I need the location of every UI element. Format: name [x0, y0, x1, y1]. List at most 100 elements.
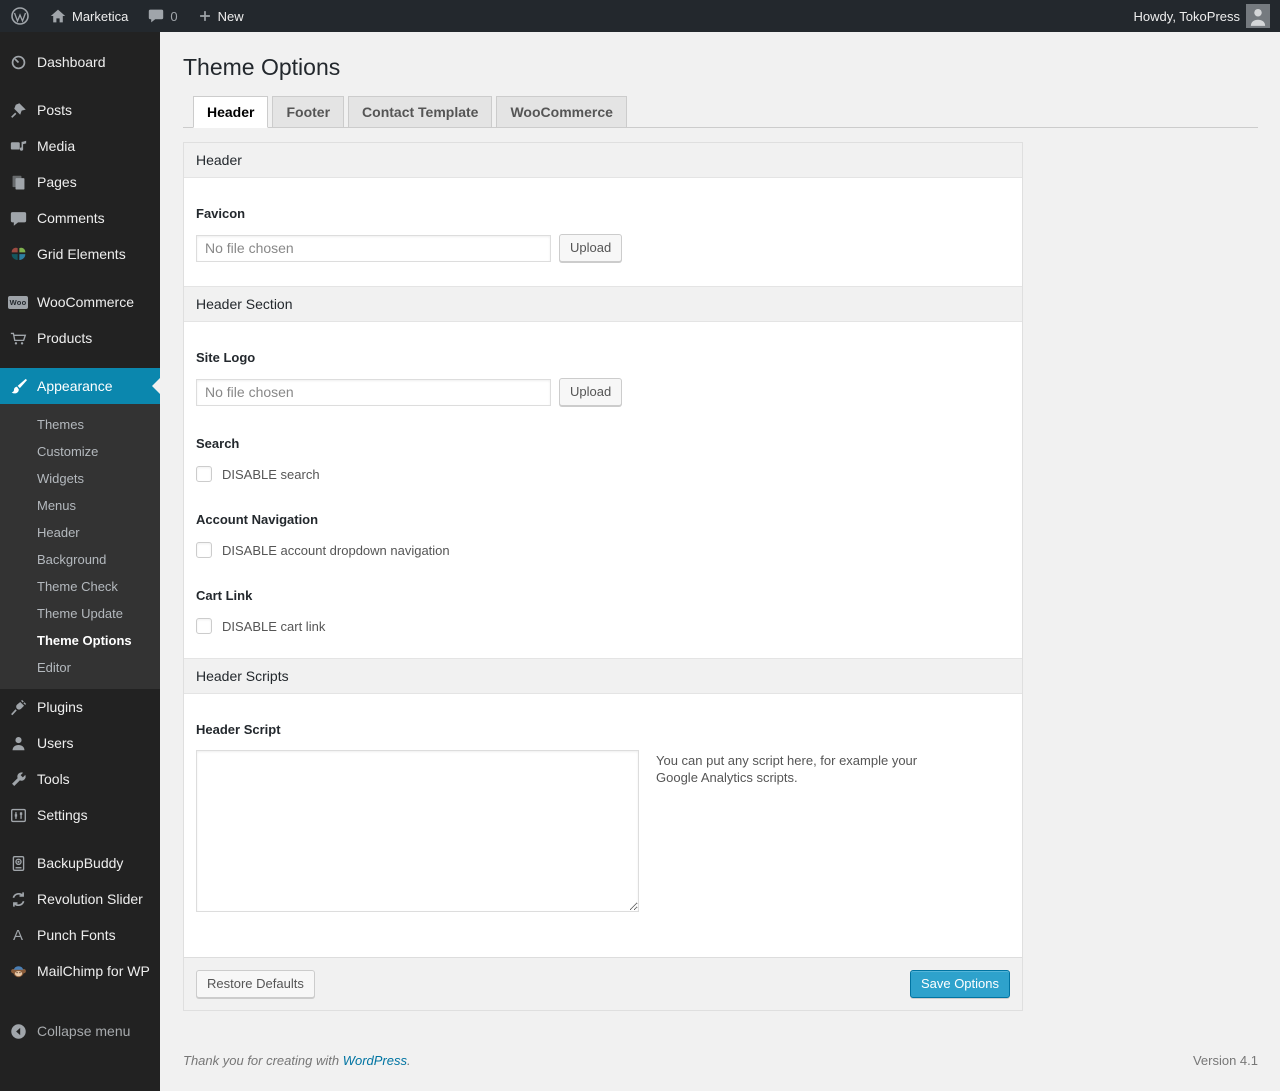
tab-bar: Header Footer Contact Template WooCommer… [183, 96, 1258, 128]
submenu-item-theme-update[interactable]: Theme Update [0, 600, 160, 627]
cart-link-label: Cart Link [196, 588, 253, 603]
section-body-header-scripts: Header Script You can put any script her… [184, 694, 1022, 957]
header-script-row: You can put any script here, for example… [196, 750, 1010, 912]
submenu-item-customize[interactable]: Customize [0, 438, 160, 465]
grid-elements-icon [8, 244, 28, 264]
page-footer: Thank you for creating with WordPress. V… [183, 1053, 1258, 1068]
admin-bar: Marketica 0 New Howdy, TokoPress [0, 0, 1280, 32]
submenu-item-background[interactable]: Background [0, 546, 160, 573]
restore-defaults-button[interactable]: Restore Defaults [196, 970, 315, 998]
disable-account-nav-checkbox-label[interactable]: DISABLE account dropdown navigation [222, 543, 450, 558]
submenu-item-menus[interactable]: Menus [0, 492, 160, 519]
panel-footer: Restore Defaults Save Options [184, 957, 1022, 1010]
submenu-item-themes[interactable]: Themes [0, 411, 160, 438]
submenu-item-theme-check[interactable]: Theme Check [0, 573, 160, 600]
site-logo-label: Site Logo [196, 350, 256, 365]
admin-sidebar: Dashboard Posts Media Pages Comments Gri… [0, 32, 160, 1091]
site-logo-upload-button[interactable]: Upload [559, 378, 623, 406]
disable-cart-link-checkbox[interactable] [196, 618, 212, 634]
sidebar-item-tools[interactable]: Tools [0, 761, 160, 797]
sidebar-item-label: Settings [37, 807, 88, 823]
submenu-item-editor[interactable]: Editor [0, 654, 160, 681]
tab-header[interactable]: Header [193, 96, 269, 128]
sidebar-item-label: Appearance [37, 378, 113, 394]
collapse-circle-icon [8, 1021, 28, 1041]
sidebar-item-comments[interactable]: Comments [0, 200, 160, 236]
woo-badge-icon: Woo [7, 295, 29, 309]
sidebar-item-grid-elements[interactable]: Grid Elements [0, 236, 160, 272]
sidebar-item-users[interactable]: Users [0, 725, 160, 761]
sidebar-item-settings[interactable]: Settings [0, 797, 160, 833]
version-text: Version 4.1 [1192, 1053, 1258, 1068]
submenu-item-theme-options[interactable]: Theme Options [0, 627, 160, 654]
favicon-file-input[interactable] [196, 234, 551, 262]
sidebar-item-plugins[interactable]: Plugins [0, 689, 160, 725]
dashboard-icon [8, 52, 28, 72]
sidebar-item-label: Users [37, 735, 74, 751]
comments-count: 0 [170, 8, 178, 24]
backup-drive-icon [8, 853, 28, 873]
sidebar-item-revolution-slider[interactable]: Revolution Slider [0, 881, 160, 917]
sliders-icon [8, 805, 28, 825]
wordpress-link[interactable]: WordPress [343, 1053, 407, 1068]
sidebar-item-posts[interactable]: Posts [0, 92, 160, 128]
favicon-label: Favicon [196, 206, 246, 221]
site-logo-file-input[interactable] [196, 378, 551, 406]
user-icon [8, 733, 28, 753]
menu-separator [0, 80, 160, 92]
account-menu[interactable]: Howdy, TokoPress [1124, 0, 1280, 32]
sidebar-item-label: Tools [37, 771, 70, 787]
sidebar-item-mailchimp[interactable]: MailChimp for WP [0, 953, 160, 989]
sidebar-item-pages[interactable]: Pages [0, 164, 160, 200]
collapse-menu-button[interactable]: Collapse menu [0, 1013, 160, 1049]
disable-search-checkbox[interactable] [196, 466, 212, 482]
appearance-submenu: Themes Customize Widgets Menus Header Ba… [0, 404, 160, 689]
section-body-header: Favicon Upload [184, 178, 1022, 286]
sidebar-item-label: Punch Fonts [37, 927, 116, 943]
comments-shortcut[interactable]: 0 [138, 0, 187, 32]
disable-cart-link-row: DISABLE cart link [196, 618, 1010, 634]
menu-separator [0, 833, 160, 845]
sidebar-item-label: MailChimp for WP [37, 963, 150, 979]
brush-icon [8, 376, 28, 396]
header-script-textarea[interactable] [196, 750, 639, 912]
sidebar-item-punch-fonts[interactable]: A Punch Fonts [0, 917, 160, 953]
sidebar-item-products[interactable]: Products [0, 320, 160, 356]
sidebar-item-label: Media [37, 138, 76, 154]
letter-a-icon: A [12, 926, 23, 944]
new-label: New [217, 8, 244, 24]
footer-thanks-suffix: . [407, 1053, 411, 1068]
account-navigation-label: Account Navigation [196, 512, 319, 527]
tab-woocommerce[interactable]: WooCommerce [496, 96, 627, 128]
submenu-item-header[interactable]: Header [0, 519, 160, 546]
disable-cart-link-checkbox-label[interactable]: DISABLE cart link [222, 619, 325, 634]
avatar [1246, 4, 1270, 28]
site-link[interactable]: Marketica [40, 0, 138, 32]
disable-search-row: DISABLE search [196, 466, 1010, 482]
sidebar-item-woocommerce[interactable]: Woo WooCommerce [0, 284, 160, 320]
sidebar-item-label: Posts [37, 102, 73, 118]
submenu-item-widgets[interactable]: Widgets [0, 465, 160, 492]
tab-footer[interactable]: Footer [272, 96, 345, 128]
menu-separator [0, 989, 160, 1001]
sidebar-item-media[interactable]: Media [0, 128, 160, 164]
page-title: Theme Options [183, 54, 341, 80]
sidebar-item-backupbuddy[interactable]: BackupBuddy [0, 845, 160, 881]
theme-options-panel: Header Favicon Upload Header Section Sit… [183, 142, 1023, 1011]
sidebar-item-dashboard[interactable]: Dashboard [0, 44, 160, 80]
disable-account-nav-checkbox[interactable] [196, 542, 212, 558]
new-content-button[interactable]: New [188, 0, 254, 32]
wordpress-menu[interactable] [0, 0, 40, 32]
sidebar-item-appearance[interactable]: Appearance [0, 368, 160, 404]
footer-thanks-prefix: Thank you for creating with [183, 1053, 343, 1068]
favicon-upload-button[interactable]: Upload [559, 234, 623, 262]
wrench-icon [8, 769, 28, 789]
section-body-header-section: Site Logo Upload Search DISABLE search A… [184, 322, 1022, 658]
save-options-button[interactable]: Save Options [909, 970, 1010, 998]
tab-contact-template[interactable]: Contact Template [348, 96, 493, 128]
disable-search-checkbox-label[interactable]: DISABLE search [222, 467, 320, 482]
site-name: Marketica [72, 8, 129, 24]
wordpress-logo-icon [10, 6, 30, 26]
menu-separator [0, 272, 160, 284]
disable-account-nav-row: DISABLE account dropdown navigation [196, 542, 1010, 558]
